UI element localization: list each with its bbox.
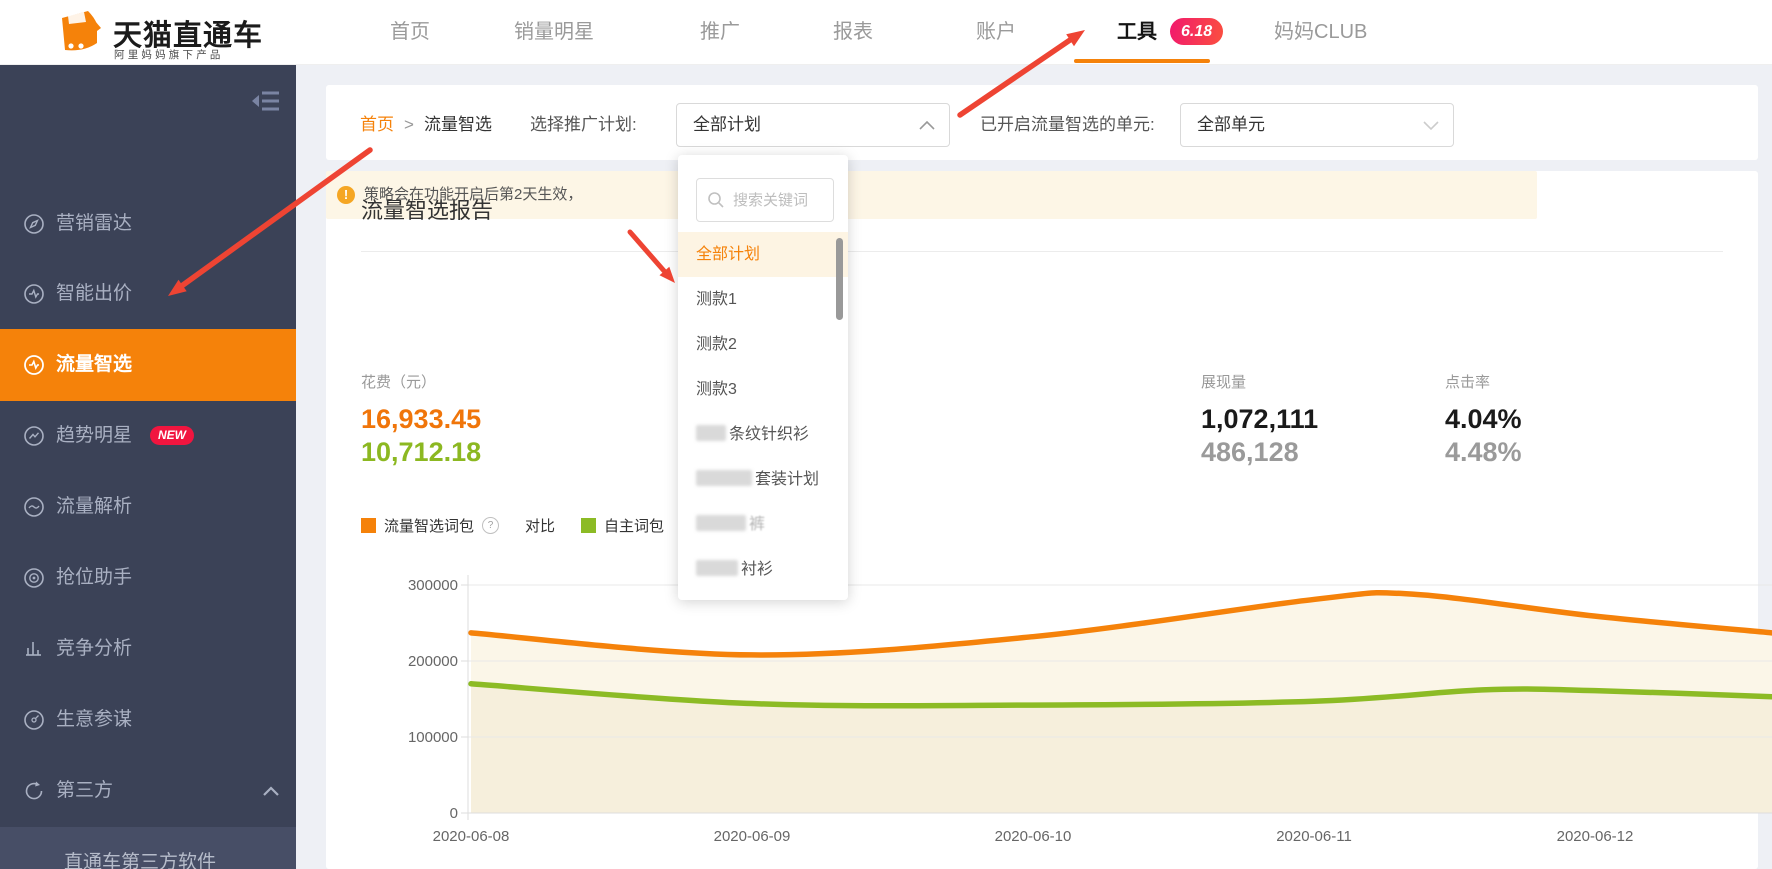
dropdown-option-censored[interactable]: 条纹针织衫 <box>678 412 848 457</box>
pulse-icon <box>24 284 44 304</box>
sidebar-item-position-assistant[interactable]: 抢位助手 <box>0 558 296 598</box>
notice-bar: ! 策略会在功能开启后第2天生效， 效果 <box>326 171 1537 219</box>
sidebar-item-label: 趋势明星 <box>56 425 133 446</box>
report-card: 流量智选报告 ! 策略会在功能开启后第2天生效， 效果 花费（元） 16,933… <box>326 171 1758 869</box>
sidebar-item-smart-bidding[interactable]: 智能出价 <box>0 274 296 314</box>
chart-legend: 流量智选词包 ? 对比 自主词包 <box>361 515 664 536</box>
sidebar-item-business-advisor[interactable]: 生意参谋 <box>0 700 296 740</box>
sidebar-subitem-label: 直通车第三方软件 <box>64 852 217 869</box>
censored-text-block <box>696 560 738 576</box>
nav-item-sales-star[interactable]: 销量明星 <box>514 0 594 64</box>
sidebar-item-label: 流量智选 <box>56 354 133 375</box>
unit-select[interactable]: 全部单元 <box>1180 103 1454 147</box>
breadcrumb-home-link[interactable]: 首页 <box>360 114 394 136</box>
stat-label: 展现量 <box>1201 374 1247 391</box>
nav-item-home[interactable]: 首页 <box>390 0 430 64</box>
wave-icon <box>24 497 44 517</box>
breadcrumb-separator: > <box>404 115 414 134</box>
stat-ctr: 点击率 4.04% 4.48% <box>1445 371 1522 469</box>
breadcrumb-current: 流量智选 <box>424 115 492 134</box>
censored-text-block <box>696 515 746 531</box>
dropdown-option-censored[interactable]: 衬衫 <box>678 547 848 592</box>
sidebar-item-label: 智能出价 <box>56 283 133 304</box>
dropdown-option[interactable]: 测款2 <box>678 322 848 367</box>
new-badge: NEW <box>150 426 194 445</box>
app-window: 天猫直通车 阿里妈妈旗下产品 首页 销量明星 推广 报表 账户 工具 6.18 … <box>0 0 1772 869</box>
dropdown-option-all-plans[interactable]: 全部计划 <box>678 232 848 277</box>
stat-value-primary: 16,933.45 <box>361 404 482 434</box>
stat-label: 花费（元） <box>361 374 437 391</box>
sidebar-item-traffic-analysis[interactable]: 流量解析 <box>0 487 296 527</box>
logo-subtitle: 阿里妈妈旗下产品 <box>114 49 224 61</box>
nav-item-reports[interactable]: 报表 <box>833 0 873 64</box>
question-circle-icon[interactable]: ? <box>482 517 500 534</box>
censored-text-block <box>696 425 726 441</box>
plan-select[interactable]: 全部计划 <box>676 103 950 147</box>
compass-icon <box>24 710 44 730</box>
stat-label: 点击率 <box>1445 374 1491 391</box>
trend-icon <box>24 426 44 446</box>
dropdown-option-censored[interactable]: 套装计划 <box>678 457 848 502</box>
search-icon <box>708 192 724 208</box>
bar-chart-icon <box>26 642 41 656</box>
stat-value-compare: 4.48% <box>1445 437 1522 467</box>
plan-dropdown-panel: 全部计划 测款1 测款2 测款3 条纹针织衫 套装计划 裤 衬衫 <box>678 155 848 600</box>
pulse-icon <box>24 355 44 375</box>
chevron-up-icon <box>263 786 279 796</box>
top-navbar: 天猫直通车 阿里妈妈旗下产品 首页 销量明星 推广 报表 账户 工具 6.18 … <box>0 0 1772 65</box>
plan-select-value: 全部计划 <box>693 115 761 134</box>
tmall-zhitongche-logo-icon <box>62 11 101 51</box>
sidebar-item-label: 营销雷达 <box>56 213 133 234</box>
notice-text: 策略会在功能开启后第2天生效， <box>364 186 583 203</box>
nav-item-mama-club[interactable]: 妈妈CLUB <box>1274 0 1367 64</box>
sidebar-item-traffic-smart-select[interactable]: 流量智选 <box>0 329 296 401</box>
sidebar-item-competition-analysis[interactable]: 竞争分析 <box>0 629 296 669</box>
search-input[interactable] <box>731 180 831 220</box>
plan-select-label: 选择推广计划: <box>530 115 637 134</box>
sidebar: 营销雷达 智能出价 流量智选 趋势明星 NEW 流量解析 抢位助手 竞争分析 生… <box>0 64 296 869</box>
divider <box>361 251 1723 252</box>
nav-item-promotion[interactable]: 推广 <box>700 0 740 64</box>
legend-series1-label: 流量智选词包 <box>384 518 475 535</box>
chevron-up-icon <box>919 121 935 130</box>
sidebar-item-label: 竞争分析 <box>56 638 133 659</box>
refresh-icon <box>25 781 43 800</box>
legend-swatch-orange <box>361 518 376 533</box>
censored-text-block <box>696 470 752 486</box>
chevron-down-icon <box>1423 121 1439 130</box>
dropdown-option-censored[interactable]: 裤 <box>678 502 848 547</box>
collapse-sidebar-icon[interactable] <box>252 90 280 112</box>
stat-cost: 花费（元） 16,933.45 10,712.18 <box>361 371 481 469</box>
unit-select-value: 全部单元 <box>1197 115 1265 134</box>
compass-icon <box>24 214 44 234</box>
search-box[interactable] <box>696 178 834 222</box>
nav-item-account[interactable]: 账户 <box>976 0 1016 64</box>
sidebar-item-third-party[interactable]: 第三方 <box>0 771 296 811</box>
sidebar-item-label: 抢位助手 <box>56 567 133 588</box>
legend-swatch-green <box>581 518 597 533</box>
dropdown-option[interactable]: 测款1 <box>678 277 848 322</box>
sidebar-item-label: 生意参谋 <box>56 709 133 730</box>
stat-value-compare: 486,128 <box>1201 437 1299 467</box>
sidebar-item-marketing-radar[interactable]: 营销雷达 <box>0 204 296 244</box>
dropdown-option[interactable]: 测款3 <box>678 367 848 412</box>
target-icon <box>24 568 44 588</box>
unit-select-label: 已开启流量智选的单元: <box>980 115 1155 134</box>
warning-icon: ! <box>337 186 355 204</box>
stat-value-compare: 10,712.18 <box>361 437 482 467</box>
sidebar-item-trend-star[interactable]: 趋势明星 NEW <box>0 416 296 456</box>
legend-series2-label: 自主词包 <box>604 518 665 535</box>
legend-vs-label: 对比 <box>525 518 556 535</box>
stat-value-primary: 1,072,111 <box>1201 404 1319 434</box>
stat-value-primary: 4.04% <box>1445 404 1522 434</box>
active-tab-underline <box>1074 59 1210 63</box>
filter-bar-card: 首页 > 流量智选 选择推广计划: 全部计划 已开启流量智选的单元: 全部单元 <box>326 85 1758 160</box>
sidebar-item-label: 流量解析 <box>56 496 133 517</box>
nav-item-tools[interactable]: 工具 <box>1117 0 1157 64</box>
promo-618-badge: 6.18 <box>1170 18 1224 45</box>
sidebar-subitem-third-party-software[interactable]: 直通车第三方软件 <box>0 827 296 869</box>
stat-impressions: 展现量 1,072,111 486,128 <box>1201 371 1318 469</box>
sidebar-item-label: 第三方 <box>56 780 114 801</box>
dropdown-scrollbar-thumb[interactable] <box>836 238 843 320</box>
